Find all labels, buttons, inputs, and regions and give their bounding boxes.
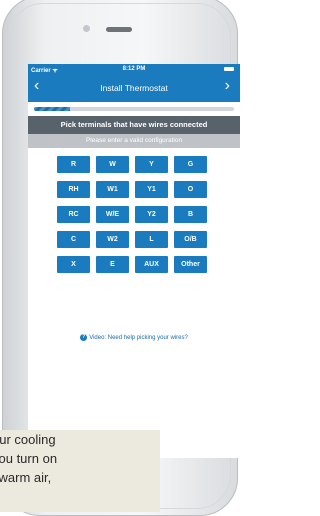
page-title: Install Thermostat <box>100 83 168 93</box>
caption-line: you turn on <box>0 451 58 466</box>
terminal-button[interactable]: X <box>57 256 90 273</box>
terminal-button[interactable]: O <box>174 181 207 198</box>
terminal-button[interactable]: R <box>57 156 90 173</box>
caption-line: our cooling <box>0 432 56 447</box>
caption-line: l warm air, <box>0 470 52 485</box>
terminal-button[interactable]: Y1 <box>135 181 168 198</box>
help-video-link[interactable]: ? Video: Need help picking your wires? <box>28 334 240 341</box>
terminal-button[interactable]: B <box>174 206 207 223</box>
terminal-button[interactable]: Other <box>174 256 207 273</box>
terminal-button[interactable]: W/E <box>96 206 129 223</box>
navigation-bar: Carrier ᯤ 8:12 PM ‹ Install Thermostat › <box>28 64 240 102</box>
terminal-button[interactable]: O/B <box>174 231 207 248</box>
error-message: Please enter a valid configuration <box>28 134 240 148</box>
terminal-grid: R W Y G RH W1 Y1 O RC W/E Y2 B C W2 L O/B X E AUX Other <box>57 156 207 273</box>
terminal-button[interactable]: W2 <box>96 231 129 248</box>
terminal-button[interactable]: RH <box>57 181 90 198</box>
app-screen: Carrier ᯤ 8:12 PM ‹ Install Thermostat ›… <box>28 64 240 458</box>
front-camera <box>83 25 90 32</box>
terminal-button[interactable]: C <box>57 231 90 248</box>
chevron-right-icon[interactable]: › <box>225 78 230 94</box>
caption-box: our cooling you turn on l warm air, <box>0 430 160 512</box>
terminal-button[interactable]: AUX <box>135 256 168 273</box>
terminal-button[interactable]: E <box>96 256 129 273</box>
earpiece-speaker <box>106 27 132 32</box>
terminal-button[interactable]: W1 <box>96 181 129 198</box>
status-time: 8:12 PM <box>122 66 146 72</box>
battery-icon <box>224 67 234 71</box>
terminal-button[interactable]: G <box>174 156 207 173</box>
help-video-text: Video: Need help picking your wires? <box>89 335 188 342</box>
terminal-button[interactable]: W <box>96 156 129 173</box>
terminal-button[interactable]: RC <box>57 206 90 223</box>
terminal-button[interactable]: Y <box>135 156 168 173</box>
terminal-button[interactable]: Y2 <box>135 206 168 223</box>
instruction-heading: Pick terminals that have wires connected <box>28 116 240 134</box>
question-icon: ? <box>80 334 88 341</box>
progress-area <box>28 102 240 116</box>
terminal-button[interactable]: L <box>135 231 168 248</box>
progress-fill <box>34 107 70 111</box>
progress-bar <box>34 107 234 111</box>
